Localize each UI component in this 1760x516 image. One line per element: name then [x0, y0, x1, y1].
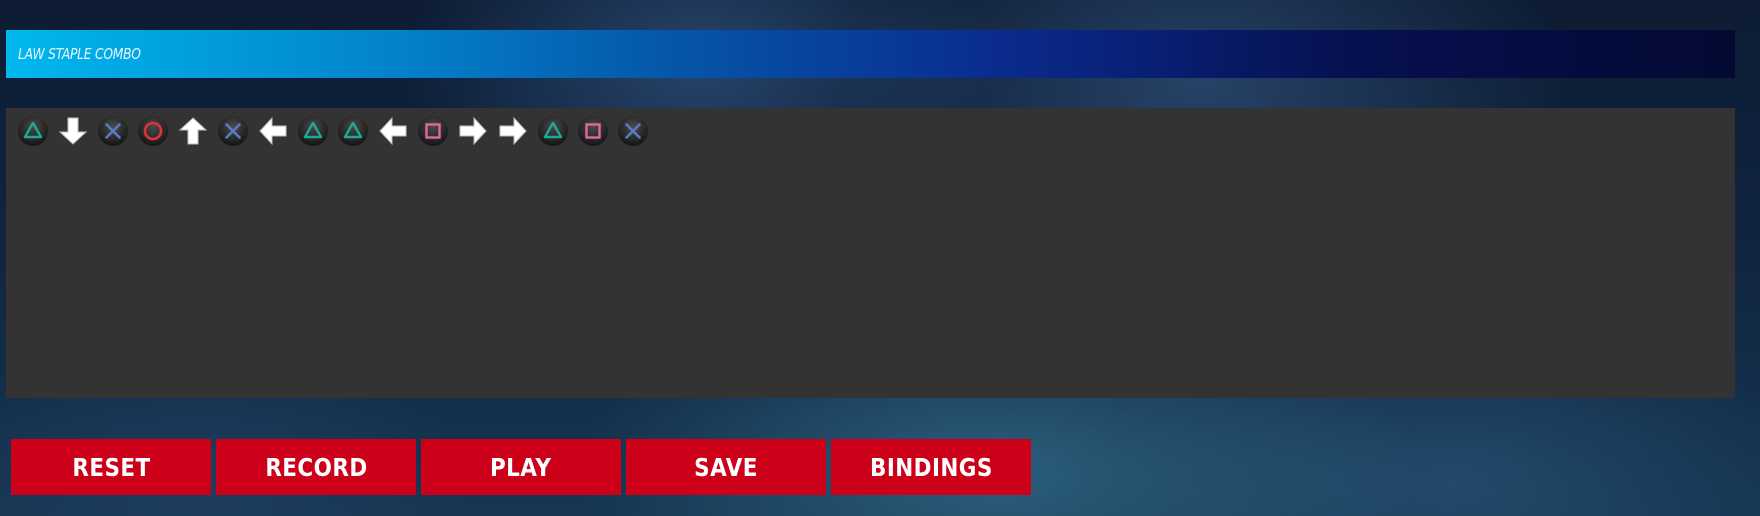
square-icon [578, 116, 608, 146]
save-button[interactable]: SAVE [626, 439, 826, 495]
arrow-right-icon [459, 116, 487, 146]
play-button[interactable]: PLAY [421, 439, 621, 495]
play-button-label: PLAY [490, 452, 552, 482]
triangle-icon [18, 116, 48, 146]
reset-button-label: RESET [71, 452, 151, 482]
reset-button[interactable]: RESET [11, 439, 211, 495]
combo-title: LAW STAPLE COMBO [18, 45, 141, 63]
record-button[interactable]: RECORD [216, 439, 416, 495]
record-button-label: RECORD [264, 452, 368, 482]
arrow-down-icon [58, 117, 88, 145]
bindings-button[interactable]: BINDINGS [831, 439, 1031, 495]
cross-icon [618, 116, 648, 146]
arrow-right-icon [499, 116, 527, 146]
arrow-up-icon [178, 117, 208, 145]
triangle-icon [298, 116, 328, 146]
action-button-row: RESET RECORD PLAY SAVE BINDINGS [11, 439, 1031, 495]
triangle-icon [538, 116, 568, 146]
cross-icon [98, 116, 128, 146]
combo-title-bar: LAW STAPLE COMBO [6, 30, 1735, 78]
combo-sequence-panel [6, 108, 1735, 398]
combo-input-row [16, 114, 650, 148]
arrow-left-icon [379, 116, 407, 146]
circle-icon [138, 116, 168, 146]
arrow-left-icon [259, 116, 287, 146]
cross-icon [218, 116, 248, 146]
triangle-icon [338, 116, 368, 146]
bindings-button-label: BINDINGS [869, 452, 993, 482]
square-icon [418, 116, 448, 146]
save-button-label: SAVE [694, 452, 758, 482]
